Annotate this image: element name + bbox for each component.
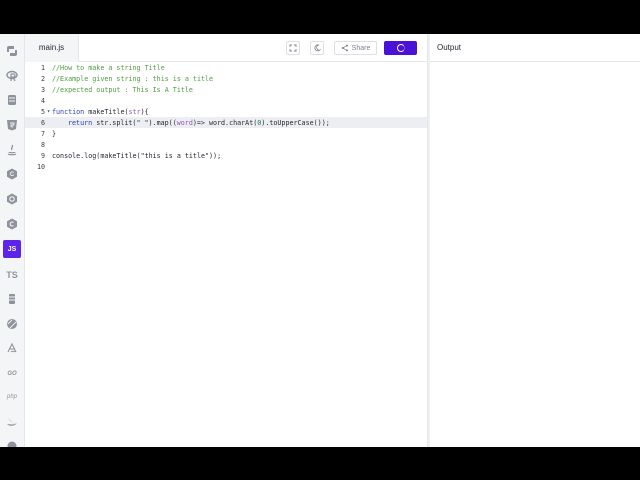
sql-icon[interactable]	[3, 290, 21, 308]
share-button[interactable]: Share	[334, 41, 377, 55]
editor-header: main.js Share	[25, 34, 427, 62]
line-number: 2	[40, 74, 45, 83]
language-sidebar: C JS TS GO php	[0, 34, 25, 447]
java-icon[interactable]	[3, 141, 21, 159]
python-icon[interactable]	[3, 42, 21, 60]
line-number: 3	[40, 85, 45, 94]
php-icon[interactable]: php	[3, 388, 21, 406]
swift-icon[interactable]	[3, 413, 21, 431]
expand-icon	[289, 44, 297, 52]
line-number: 8	[40, 140, 45, 149]
punct-token: ){	[140, 107, 149, 116]
code-line: 7 }	[25, 128, 427, 139]
line-number: 10	[36, 162, 45, 171]
code-text: console.log(makeTitle("this is a title")…	[52, 151, 222, 160]
perl-icon[interactable]	[3, 339, 21, 357]
fold-marker[interactable]: ▾	[45, 108, 52, 115]
svg-text:C: C	[10, 172, 15, 178]
line-number: 9	[40, 151, 45, 160]
line-number: 1	[40, 63, 45, 72]
output-console	[430, 62, 640, 447]
line-number: 4	[40, 96, 45, 105]
code-line: 4	[25, 95, 427, 106]
code-text: //How to make a string Title	[52, 63, 165, 72]
code-text: function makeTitle(str){	[52, 108, 149, 116]
ruby-icon[interactable]	[3, 315, 21, 333]
code-line: 9 console.log(makeTitle("this is a title…	[25, 150, 427, 161]
html5-icon[interactable]	[3, 116, 21, 134]
share-label: Share	[351, 44, 371, 52]
code-line-active: 6 return str.split(" ").map((word)=> wor…	[25, 117, 427, 128]
typescript-icon[interactable]: TS	[3, 266, 21, 284]
code-line: 8	[25, 139, 427, 150]
run-button[interactable]	[384, 41, 417, 55]
code-token: )=> word.charAt(	[192, 118, 258, 127]
go-icon[interactable]: GO	[3, 364, 21, 382]
line-number: 7	[40, 129, 45, 138]
output-title: Output	[437, 43, 462, 52]
line-number: 5	[40, 107, 45, 116]
csharp-icon[interactable]	[3, 215, 21, 233]
code-editor[interactable]: 1 //How to make a string Title 2 //Examp…	[25, 62, 427, 447]
file-tab-main-js[interactable]: main.js	[25, 34, 79, 62]
code-line: 10	[25, 161, 427, 172]
moon-icon	[314, 44, 321, 52]
app-window: C JS TS GO php main.js Share 1 //How to …	[0, 34, 640, 447]
code-line: 1 //How to make a string Title	[25, 62, 427, 73]
r-language-icon[interactable]	[3, 67, 21, 85]
code-token: str.split(" ").map((	[92, 118, 177, 127]
code-line: 2 //Example given string : this is a tit…	[25, 73, 427, 84]
code-text: return str.split(" ").map((word)=> word.…	[52, 119, 330, 127]
code-token: ).toUpperCase());	[261, 118, 330, 127]
fullscreen-button[interactable]	[286, 41, 300, 55]
code-text: }	[52, 129, 57, 138]
theme-toggle-button[interactable]	[310, 41, 324, 55]
svg-text:GO: GO	[7, 371, 17, 377]
line-number: 6	[40, 118, 45, 127]
database-icon[interactable]	[3, 91, 21, 109]
c-language-icon[interactable]: C	[3, 165, 21, 183]
share-icon	[341, 44, 348, 52]
param-token: word	[176, 118, 193, 127]
param-token: str	[128, 107, 141, 116]
code-line: 3 //expected output : This Is A Title	[25, 84, 427, 95]
javascript-icon[interactable]: JS	[3, 240, 21, 258]
cpp-icon[interactable]	[3, 190, 21, 208]
loading-spinner-icon	[396, 44, 405, 52]
output-header: Output	[430, 34, 640, 62]
code-text: //Example given string : this is a title	[52, 74, 214, 83]
code-text: //expected output : This Is A Title	[52, 85, 193, 94]
function-token: makeTitle(	[84, 107, 129, 116]
keyword-token: return	[68, 118, 93, 127]
code-line: 5 ▾ function makeTitle(str){	[25, 106, 427, 117]
rust-icon[interactable]	[3, 437, 21, 447]
keyword-token: function	[52, 107, 85, 116]
